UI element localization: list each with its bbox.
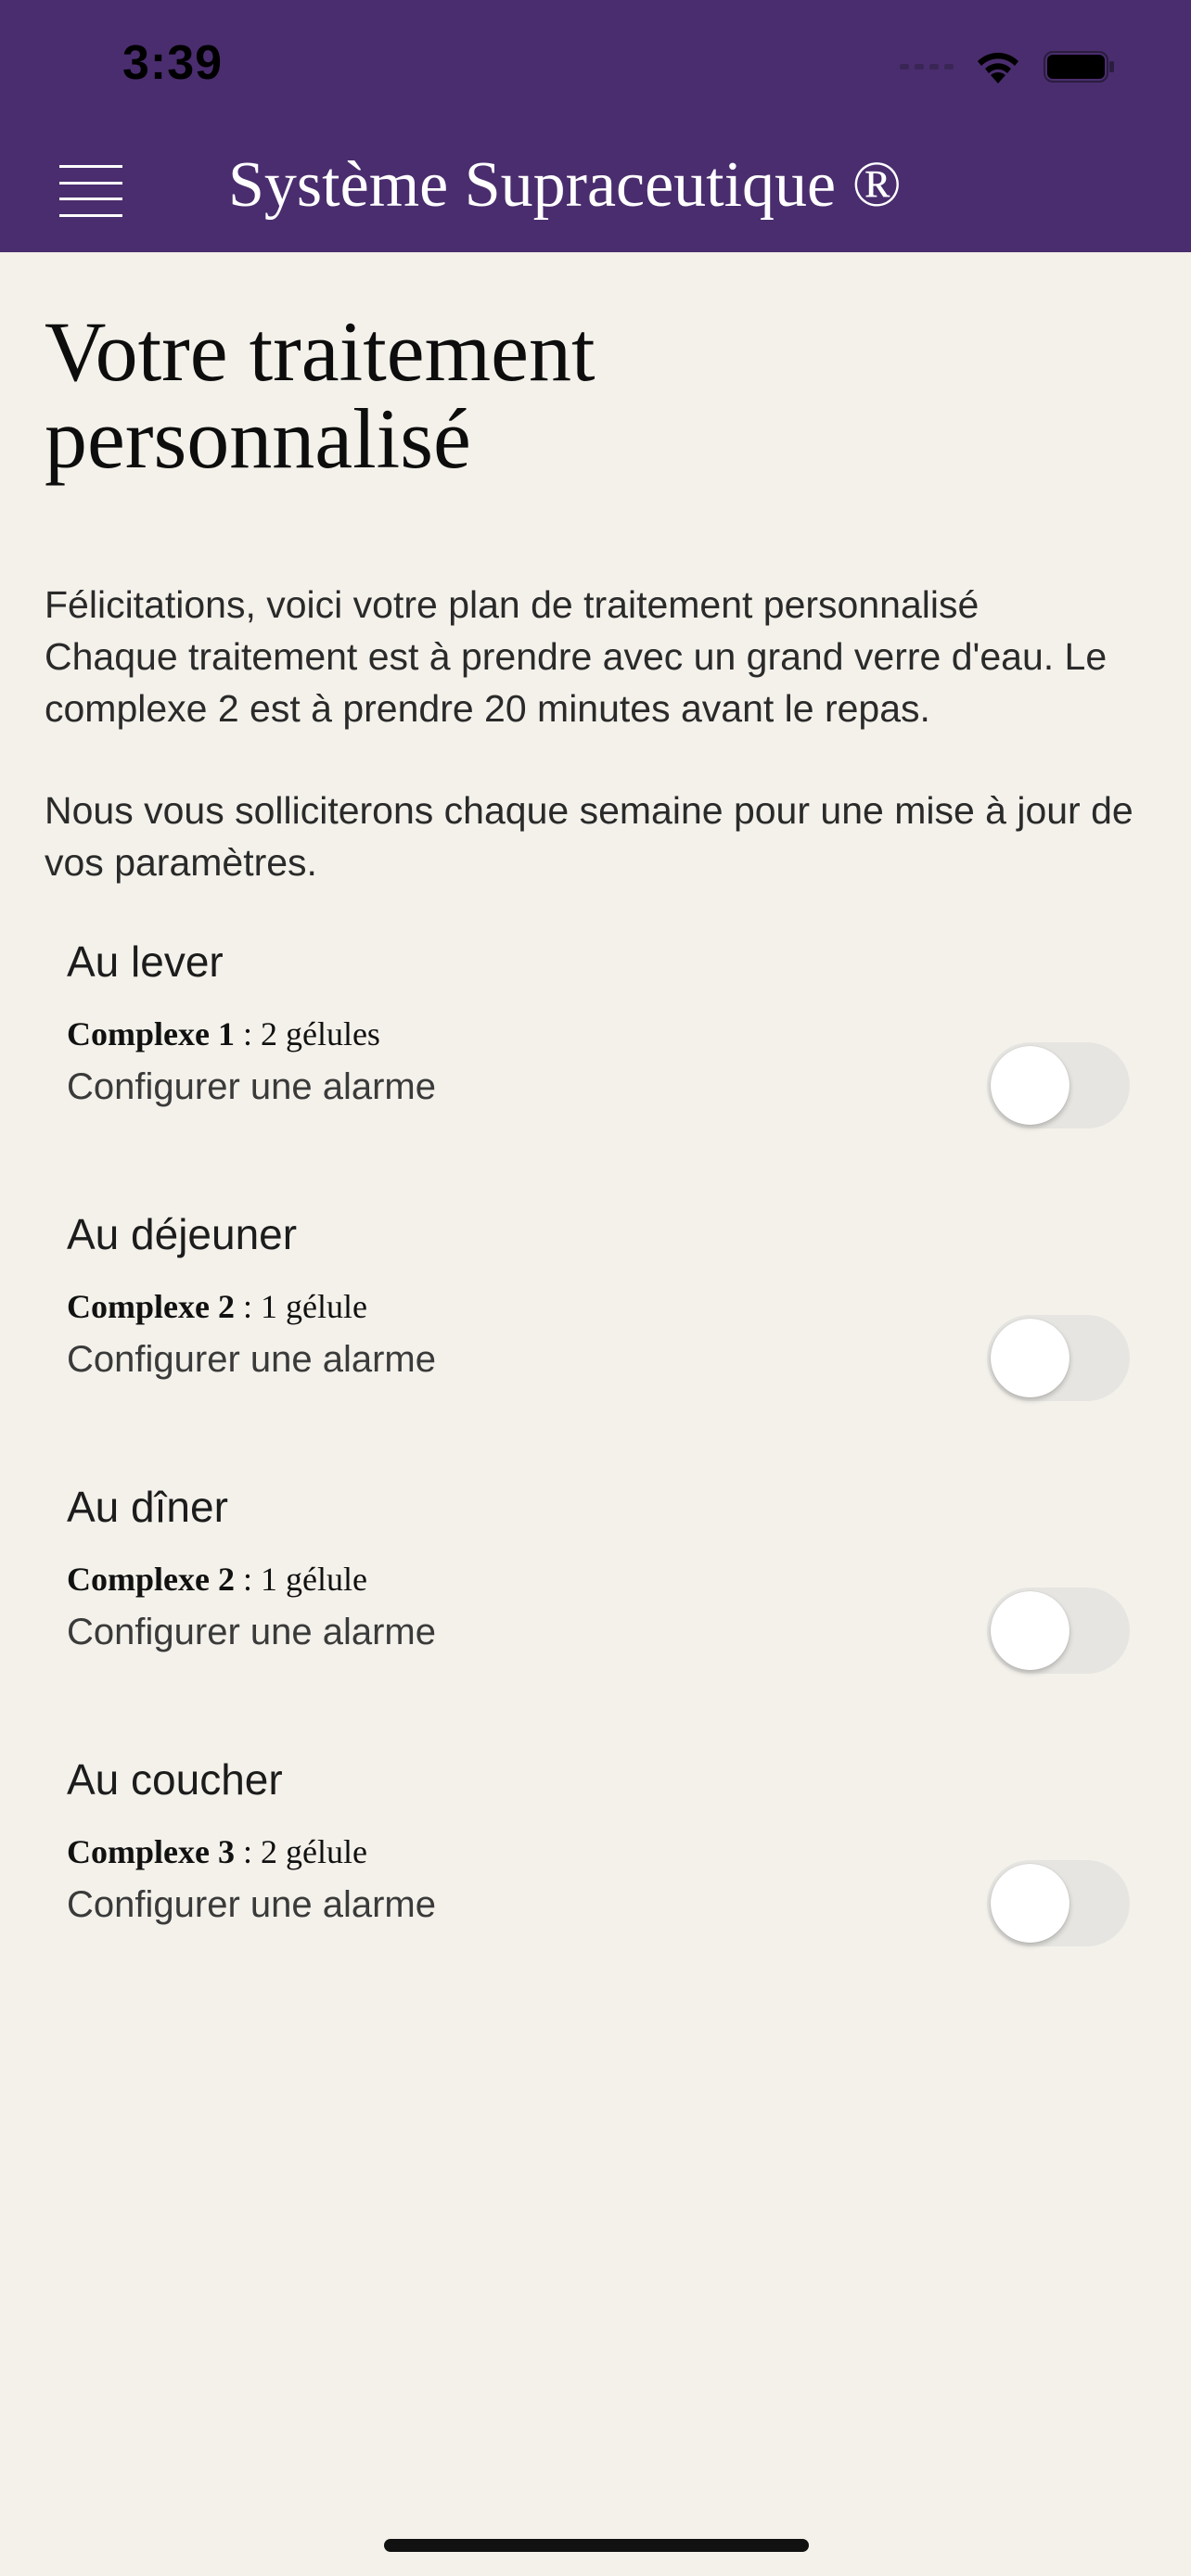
alarm-label: Configurer une alarme bbox=[67, 1612, 436, 1652]
status-time: 3:39 bbox=[122, 36, 224, 90]
alarm-toggle[interactable] bbox=[987, 1042, 1130, 1129]
alarm-toggle[interactable] bbox=[987, 1588, 1130, 1674]
schedule-slot-dejeuner: Au déjeuner Complexe 2 : 1 gélule Config… bbox=[67, 1209, 1130, 1432]
slot-title: Au déjeuner bbox=[67, 1210, 298, 1258]
slot-dose: Complexe 2 : 1 gélule bbox=[67, 1561, 367, 1598]
page-title: Votre traitement personnalisé bbox=[45, 304, 596, 486]
slot-dose: Complexe 1 : 2 gélules bbox=[67, 1015, 380, 1052]
toggle-knob bbox=[991, 1591, 1069, 1670]
alarm-label: Configurer une alarme bbox=[67, 1066, 436, 1107]
alarm-label: Configurer une alarme bbox=[67, 1884, 436, 1925]
wifi-icon bbox=[974, 48, 1022, 85]
alarm-label: Configurer une alarme bbox=[67, 1339, 436, 1380]
app-screen: 3:39 Système Supraceutique ® Votre trait… bbox=[0, 0, 1191, 2576]
main-content: Votre traitement personnalisé Félicitati… bbox=[45, 252, 1158, 888]
intro-line-congrats: Félicitations, voici votre plan de trait… bbox=[45, 583, 980, 626]
status-icons bbox=[900, 41, 1117, 93]
schedule-slot-lever: Au lever Complexe 1 : 2 gélules Configur… bbox=[67, 937, 1130, 1159]
schedule-slot-coucher: Au coucher Complexe 3 : 2 gélule Configu… bbox=[67, 1754, 1130, 1977]
slot-title: Au dîner bbox=[67, 1483, 228, 1531]
battery-icon bbox=[1043, 48, 1117, 85]
cellular-signal-icon bbox=[900, 64, 954, 70]
app-title: Système Supraceutique ® bbox=[228, 149, 902, 221]
slot-title: Au coucher bbox=[67, 1755, 283, 1804]
intro-line-instructions: Chaque traitement est à prendre avec un … bbox=[45, 635, 1108, 730]
alarm-toggle[interactable] bbox=[987, 1315, 1130, 1401]
schedule-slot-diner: Au dîner Complexe 2 : 1 gélule Configure… bbox=[67, 1482, 1130, 1704]
intro-line-weekly: Nous vous solliciterons chaque semaine p… bbox=[45, 789, 1133, 884]
toggle-knob bbox=[991, 1046, 1069, 1125]
slot-title: Au lever bbox=[67, 937, 224, 986]
home-indicator[interactable] bbox=[384, 2539, 809, 2552]
alarm-toggle[interactable] bbox=[987, 1860, 1130, 1946]
hamburger-menu-icon[interactable] bbox=[59, 165, 122, 217]
toggle-knob bbox=[991, 1319, 1069, 1397]
slot-dose: Complexe 2 : 1 gélule bbox=[67, 1288, 367, 1325]
app-header: 3:39 Système Supraceutique ® bbox=[0, 0, 1191, 252]
toggle-knob bbox=[991, 1864, 1069, 1943]
intro-text: Félicitations, voici votre plan de trait… bbox=[45, 579, 1158, 888]
slot-dose: Complexe 3 : 2 gélule bbox=[67, 1833, 367, 1870]
